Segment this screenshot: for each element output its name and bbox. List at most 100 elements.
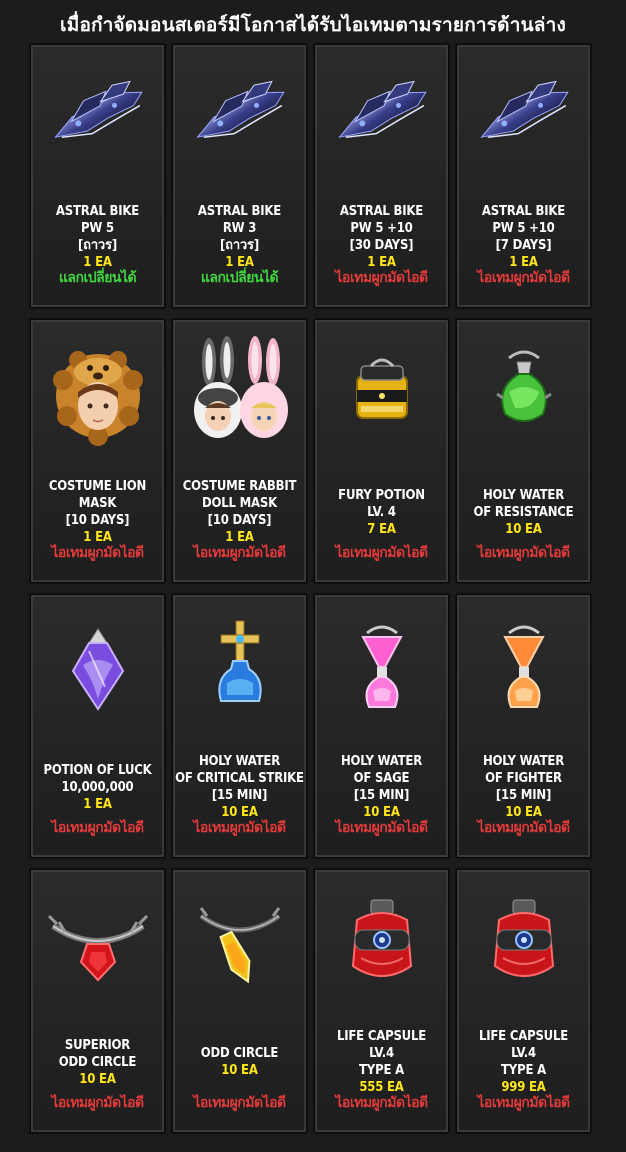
item-card: POTION OF LUCK 10,000,000 1 EA ไอเทมผูกมัดไ… <box>30 594 165 858</box>
item-name-line: TYPE A <box>359 1063 404 1078</box>
item-name-line: RW 3 <box>222 221 257 236</box>
item-name-line: [10 DAYS] <box>65 513 130 528</box>
item-name-line: PW 5 <box>81 221 114 236</box>
item-card: ASTRAL BIKE PW 5 [ถาวร] 1 EA แลกเปลี่ยนได้ <box>30 44 165 308</box>
item-name-line: [15 MIN] <box>353 788 410 803</box>
fury-potion-icon <box>327 336 437 446</box>
item-name-line: HOLY WATER <box>340 754 423 769</box>
item-info: FURY POTION LV. 47 EA <box>315 487 448 538</box>
item-name-line: COSTUME RABBIT <box>182 479 297 494</box>
astral-bike-icon <box>43 61 153 171</box>
item-name-line: LIFE CAPSULE <box>478 1029 569 1044</box>
item-card: HOLY WATER OF SAGE [15 MIN] 10 EA ไอเทมผูกมั… <box>314 594 449 858</box>
item-name-line: HOLY WATER <box>482 487 565 503</box>
item-quantity: 7 EA <box>367 521 396 537</box>
item-card: ODD CIRCLE 10 EA ไอเทมผูกมัดไอดี <box>172 869 307 1133</box>
rabbit-mask-icon <box>185 336 295 446</box>
item-name-line: [30 DAYS] <box>349 238 414 253</box>
item-card: ASTRAL BIKE PW 5 +10 [7 DAYS] 1 EA ไอเทมผูกม… <box>456 44 591 308</box>
holy-water-resistance-icon <box>469 336 579 446</box>
item-card: COSTUME LION MASK [10 DAYS] 1 EA ไอเทมผูกมัด… <box>30 319 165 583</box>
astral-bike-icon <box>327 61 437 171</box>
item-name-line: [ถาวร] <box>78 238 117 253</box>
item-name-line: ASTRAL BIKE <box>481 204 566 219</box>
item-info: HOLY WATER OF SAGE [15 MIN] 10 EA <box>315 753 448 821</box>
item-name-line: MASK <box>78 496 117 511</box>
holy-water-critical-icon <box>185 611 295 721</box>
item-quantity: 10 EA <box>221 1063 258 1078</box>
item-trade-status: แลกเปลี่ยนได้ <box>200 270 279 286</box>
item-info: COSTUME RABBIT DOLL MASK [10 DAYS] 1 EA <box>173 478 306 546</box>
item-card: LIFE CAPSULE LV.4 TYPE A 999 EA ไอเทมผูกมัดไ… <box>456 869 591 1133</box>
item-name-line: OF CRITICAL STRIKE <box>175 771 304 786</box>
item-name-line: SUPERIOR <box>64 1037 131 1053</box>
item-info: COSTUME LION MASK [10 DAYS] 1 EA <box>31 478 164 546</box>
item-name-line: ASTRAL BIKE <box>339 204 424 219</box>
item-name-line: [10 DAYS] <box>207 513 272 528</box>
item-quantity: 10 EA <box>79 1071 116 1087</box>
item-name-line: [ถาวร] <box>220 238 259 253</box>
item-trade-status: ไอเทมผูกมัดไอดี <box>477 270 570 286</box>
item-name-line: ASTRAL BIKE <box>55 204 140 219</box>
item-quantity: 10 EA <box>505 521 542 537</box>
item-name-line: FURY POTION <box>338 487 425 503</box>
item-trade-status: ไอเทมผูกมัดไอดี <box>335 820 428 836</box>
item-name-line: COSTUME LION <box>48 479 147 494</box>
item-name-line: PW 5 +10 <box>492 221 555 236</box>
item-name-line: PW 5 +10 <box>350 221 413 236</box>
item-info: ASTRAL BIKE PW 5 +10 [7 DAYS] 1 EA <box>457 203 590 271</box>
item-card: FURY POTION LV. 47 EA ไอเทมผูกมัดไอดี <box>314 319 449 583</box>
item-info: HOLY WATER OF CRITICAL STRIKE [15 MIN] 10 E… <box>173 753 306 821</box>
item-info: SUPERIOR ODD CIRCLE 10 EA <box>31 1037 164 1088</box>
item-name-line: OF SAGE <box>353 771 410 786</box>
item-name-line: OF RESISTANCE <box>473 504 574 520</box>
item-info: LIFE CAPSULE LV.4 TYPE A 999 EA <box>457 1028 590 1096</box>
item-trade-status: ไอเทมผูกมัดไอดี <box>335 270 428 286</box>
item-card: HOLY WATER OF CRITICAL STRIKE [15 MIN] 10 E… <box>172 594 307 858</box>
superior-odd-circle-icon <box>43 886 153 996</box>
item-name-line: 10,000,000 <box>61 779 134 795</box>
item-card: HOLY WATER OF RESISTANCE 10 EA ไอเทมผูกมัดไ… <box>456 319 591 583</box>
item-info: LIFE CAPSULE LV.4 TYPE A 555 EA <box>315 1028 448 1096</box>
astral-bike-icon <box>469 61 579 171</box>
page-title: เมื่อกำจัดมอนสเตอร์มีโอกาสได้รับไอเทมตาม… <box>60 14 566 36</box>
item-info: HOLY WATER OF FIGHTER [15 MIN] 10 EA <box>457 753 590 821</box>
lion-mask-icon <box>43 336 153 446</box>
holy-water-fighter-icon <box>469 611 579 721</box>
item-info: ASTRAL BIKE RW 3 [ถาวร] 1 EA <box>173 203 306 271</box>
item-trade-status: แลกเปลี่ยนได้ <box>58 270 137 286</box>
item-name-line: ODD CIRCLE <box>200 1046 279 1061</box>
item-name-line: POTION OF LUCK <box>43 762 152 778</box>
potion-of-luck-icon <box>43 611 153 721</box>
item-card: SUPERIOR ODD CIRCLE 10 EA ไอเทมผูกมัดไอดี <box>30 869 165 1133</box>
item-name-line: [15 MIN] <box>495 788 552 803</box>
item-info: POTION OF LUCK 10,000,000 1 EA <box>31 762 164 813</box>
item-trade-status: ไอเทมผูกมัดไอดี <box>51 820 144 836</box>
item-trade-status: ไอเทมผูกมัดไอดี <box>193 820 286 836</box>
item-card: ASTRAL BIKE PW 5 +10 [30 DAYS] 1 EA ไอเทมผูก… <box>314 44 449 308</box>
item-name-line: DOLL MASK <box>201 496 277 511</box>
item-trade-status: ไอเทมผูกมัดไอดี <box>51 545 144 561</box>
item-grid: ASTRAL BIKE PW 5 [ถาวร] 1 EA แลกเปลี่ยนได้ A… <box>30 44 598 1133</box>
life-capsule-icon <box>327 886 437 996</box>
item-card: ASTRAL BIKE RW 3 [ถาวร] 1 EA แลกเปลี่ยนได้ <box>172 44 307 308</box>
item-name-line: OF FIGHTER <box>485 771 562 786</box>
astral-bike-icon <box>185 61 295 171</box>
item-trade-status: ไอเทมผูกมัดไอดี <box>477 1095 570 1111</box>
item-name-line: LV.4 <box>369 1046 394 1061</box>
item-card: LIFE CAPSULE LV.4 TYPE A 555 EA ไอเทมผูกมัดไ… <box>314 869 449 1133</box>
item-trade-status: ไอเทมผูกมัดไอดี <box>193 1095 286 1111</box>
item-name-line: TYPE A <box>501 1063 546 1078</box>
item-info: ASTRAL BIKE PW 5 +10 [30 DAYS] 1 EA <box>315 203 448 271</box>
item-quantity: 1 EA <box>83 796 112 812</box>
item-name-line: HOLY WATER <box>482 754 565 769</box>
item-trade-status: ไอเทมผูกมัดไอดี <box>335 1095 428 1111</box>
item-trade-status: ไอเทมผูกมัดไอดี <box>477 820 570 836</box>
holy-water-sage-icon <box>327 611 437 721</box>
item-name-line: ASTRAL BIKE <box>197 204 282 219</box>
item-name-line: LV.4 <box>511 1046 536 1061</box>
item-name-line: HOLY WATER <box>198 754 281 769</box>
item-name-line: LIFE CAPSULE <box>336 1029 427 1044</box>
item-name-line: LV. 4 <box>367 504 396 520</box>
life-capsule-icon <box>469 886 579 996</box>
